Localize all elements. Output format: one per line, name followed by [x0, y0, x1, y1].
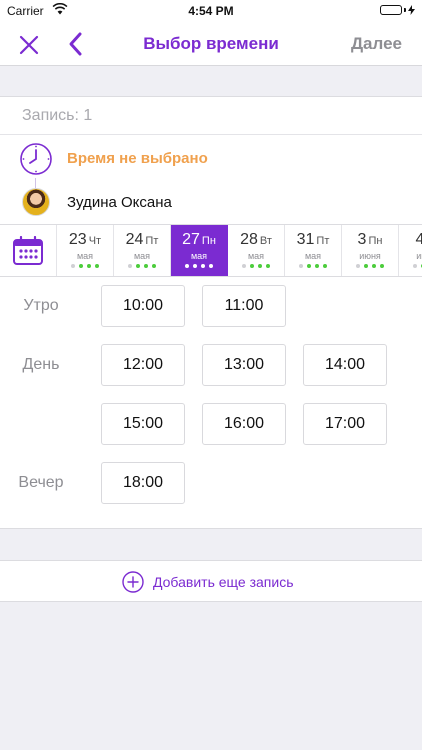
date-cell[interactable]: 4Втиюня [399, 225, 422, 276]
date-day: 23 [68, 231, 87, 248]
date-weekday: Пт [145, 235, 159, 247]
status-bar: Carrier 4:54 PM [0, 0, 422, 22]
master-name: Зудина Оксана [67, 194, 172, 211]
date-month: мая [304, 251, 322, 261]
availability-dot [152, 264, 156, 268]
date-weekday: Пн [368, 235, 383, 247]
time-slot-button[interactable]: 16:00 [202, 403, 286, 445]
availability-dot [95, 264, 99, 268]
date-month: мая [133, 251, 151, 261]
status-time: 4:54 PM [188, 4, 234, 18]
availability-dots [171, 264, 227, 270]
availability-dots [57, 264, 113, 270]
date-cell[interactable]: 23 Чт мая [57, 225, 114, 276]
availability-dots [114, 264, 170, 270]
date-day: 24 [125, 231, 144, 248]
availability-dots [399, 264, 422, 270]
date-month: июня [416, 251, 422, 261]
availability-dot [307, 264, 311, 268]
availability-dot [380, 264, 384, 268]
date-day: 28 [240, 231, 258, 248]
avatar [22, 188, 50, 216]
date-day: 4 [416, 231, 422, 248]
availability-dot [209, 264, 213, 268]
availability-dot [299, 264, 303, 268]
time-status: Время не выбрано [67, 150, 208, 167]
availability-dots [342, 264, 398, 270]
availability-dots [228, 264, 284, 270]
time-slot-button[interactable]: 13:00 [202, 344, 286, 386]
add-record-button[interactable]: Добавить еще запись [0, 560, 422, 602]
date-month: мая [190, 251, 208, 261]
date-month: мая [76, 251, 94, 261]
navigation-bar: Выбор времени Далее [0, 22, 422, 66]
availability-dot [323, 264, 327, 268]
availability-dot [372, 264, 376, 268]
time-slot-button[interactable]: 15:00 [101, 403, 185, 445]
time-slot-button[interactable]: 17:00 [303, 403, 387, 445]
calendar-icon [13, 236, 43, 265]
availability-dot [128, 264, 132, 268]
availability-dot [136, 264, 140, 268]
calendar-button[interactable] [0, 225, 57, 276]
date-cell[interactable]: 24 Пт мая [114, 225, 171, 276]
availability-dot [356, 264, 360, 268]
time-slot-button[interactable]: 18:00 [101, 462, 185, 504]
period-label: День [22, 356, 60, 373]
time-slot-button[interactable]: 11:00 [202, 285, 286, 327]
availability-dot [87, 264, 91, 268]
date-weekday: Вт [259, 235, 272, 247]
time-slots-panel: Утро 10:00 11:00 День 12:00 13:00 14:00 15:00 16… [0, 277, 422, 529]
master-row[interactable]: Зудина Оксана [0, 185, 422, 221]
availability-dot [413, 264, 417, 268]
date-cell[interactable]: 3 Пн июня [342, 225, 399, 276]
availability-dot [79, 264, 83, 268]
availability-dot [266, 264, 270, 268]
date-day: 3 [357, 231, 367, 248]
availability-dots [285, 264, 341, 270]
period-label: Утро [23, 297, 59, 314]
date-month: июня [359, 251, 381, 261]
date-day: 31 [296, 231, 315, 248]
date-weekday: Пт [316, 235, 330, 247]
battery-icon [380, 5, 415, 15]
next-button[interactable]: Далее [351, 34, 402, 54]
date-month: мая [247, 251, 265, 261]
availability-dot [315, 264, 319, 268]
date-strip[interactable]: 23 Чт мая 24 Пт мая 27 Пн мая 28 Вт мая 31 Пт мая 3 Пн ию… [0, 224, 422, 277]
date-day: 27 [182, 231, 200, 248]
period-label: Вечер [18, 474, 64, 491]
time-slot-button[interactable]: 14:00 [303, 344, 387, 386]
selected-time-row[interactable]: Время не выбрано [0, 135, 422, 190]
availability-dot [193, 264, 197, 268]
clock-icon [20, 143, 52, 175]
availability-dot [144, 264, 148, 268]
plus-circle-icon [122, 571, 144, 593]
date-weekday: Чт [88, 235, 102, 247]
availability-dot [364, 264, 368, 268]
add-record-label: Добавить еще запись [153, 574, 294, 590]
date-weekday: Пн [201, 235, 216, 247]
availability-dot [71, 264, 75, 268]
date-cell[interactable]: 27 Пн мая [171, 225, 228, 276]
record-number: Запись: 1 [22, 107, 93, 124]
availability-dot [242, 264, 246, 268]
time-slot-button[interactable]: 12:00 [101, 344, 185, 386]
availability-dot [201, 264, 205, 268]
time-slot-button[interactable]: 10:00 [101, 285, 185, 327]
availability-dot [250, 264, 254, 268]
availability-dot [185, 264, 189, 268]
date-cell[interactable]: 28 Вт мая [228, 225, 285, 276]
date-cell[interactable]: 31 Пт мая [285, 225, 342, 276]
availability-dot [258, 264, 262, 268]
